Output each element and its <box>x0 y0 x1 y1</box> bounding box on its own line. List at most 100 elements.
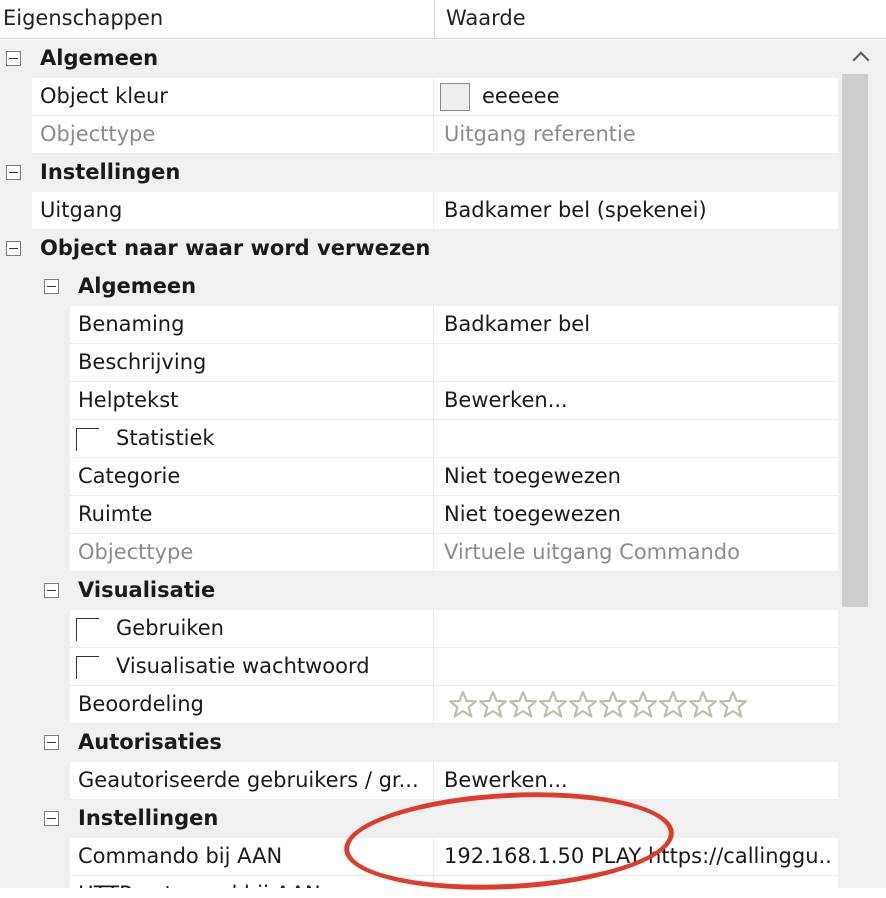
property-row[interactable]: Visualisatie wachtwoord <box>0 648 838 686</box>
category-row[interactable]: Instellingen <box>0 800 838 838</box>
checkbox[interactable] <box>76 656 99 679</box>
property-value-cell[interactable]: 192.168.1.50 PLAY https://callinggu... <box>433 838 838 876</box>
collapse-icon[interactable] <box>6 51 21 66</box>
star-icon[interactable] <box>478 690 508 720</box>
property-row[interactable]: Categorie Niet toegewezen <box>0 458 838 496</box>
row-indent-gutter <box>32 420 70 458</box>
row-indent-gutter <box>32 496 70 534</box>
row-gutter <box>0 78 32 116</box>
row-indent-gutter <box>32 344 70 382</box>
property-row[interactable]: Statistiek <box>0 420 838 458</box>
property-row[interactable]: Ruimte Niet toegewezen <box>0 496 838 534</box>
row-gutter <box>0 724 32 762</box>
property-value-cell[interactable]: Niet toegewezen <box>433 496 838 534</box>
property-value-cell[interactable] <box>433 344 838 382</box>
property-name: Statistiek <box>116 426 215 450</box>
collapse-icon[interactable] <box>6 165 21 180</box>
collapse-icon[interactable] <box>44 279 59 294</box>
property-value-cell[interactable] <box>433 610 838 648</box>
scrollbar-thumb[interactable] <box>842 74 868 607</box>
column-header-properties[interactable]: Eigenschappen <box>3 0 163 38</box>
collapse-icon[interactable] <box>6 241 21 256</box>
property-value: Bewerken... <box>444 388 568 412</box>
star-icon[interactable] <box>538 690 568 720</box>
property-name: Geautoriseerde gebruikers / gr... <box>78 768 419 792</box>
star-icon[interactable] <box>628 690 658 720</box>
star-icon[interactable] <box>688 690 718 720</box>
vertical-scrollbar[interactable] <box>838 40 886 888</box>
color-swatch[interactable] <box>440 83 470 111</box>
category-row[interactable]: Algemeen <box>0 40 838 78</box>
star-icon[interactable] <box>658 690 688 720</box>
row-gutter <box>0 838 32 876</box>
row-indent-gutter <box>32 762 70 800</box>
scroll-up-icon[interactable] <box>838 40 886 74</box>
property-value-cell[interactable]: Virtuele uitgang Commando <box>433 534 838 572</box>
category-row[interactable]: Instellingen <box>0 154 838 192</box>
checkbox[interactable] <box>76 428 99 451</box>
property-value-cell <box>433 40 838 78</box>
property-value-cell <box>433 154 838 192</box>
category-label: Algemeen <box>40 46 159 70</box>
property-value: 192.168.1.50 PLAY https://callinggu... <box>444 844 834 868</box>
category-row[interactable]: Algemeen <box>0 268 838 306</box>
property-value <box>444 610 834 647</box>
row-gutter <box>0 876 32 888</box>
property-row[interactable]: Objecttype Virtuele uitgang Commando <box>0 534 838 572</box>
row-gutter <box>0 534 32 572</box>
property-value: Uitgang referentie <box>444 122 636 146</box>
checkbox[interactable] <box>76 618 99 641</box>
property-value-cell[interactable]: eeeeee <box>433 78 838 116</box>
row-indent-gutter <box>32 534 70 572</box>
column-header-value[interactable]: Waarde <box>446 0 526 38</box>
property-name: HTTP antwoord bij AAN <box>78 876 429 888</box>
collapse-icon[interactable] <box>44 583 59 598</box>
property-value-cell[interactable]: Niet toegewezen <box>433 458 838 496</box>
property-value-cell[interactable] <box>433 648 838 686</box>
category-row[interactable]: Autorisaties <box>0 724 838 762</box>
star-icon[interactable] <box>508 690 538 720</box>
category-label: Object naar waar word verwezen <box>40 236 429 260</box>
property-value-cell[interactable]: Uitgang referentie <box>433 116 838 154</box>
row-gutter <box>0 116 32 154</box>
property-row[interactable]: Geautoriseerde gebruikers / gr... Bewerke… <box>0 762 838 800</box>
property-value <box>444 344 834 381</box>
property-name: Benaming <box>78 312 185 336</box>
property-value: Badkamer bel <box>444 312 591 336</box>
star-icon[interactable] <box>598 690 628 720</box>
property-row[interactable]: Commando bij AAN 192.168.1.50 PLAY https:… <box>0 838 838 876</box>
category-row[interactable]: Object naar waar word verwezen <box>0 230 838 268</box>
property-row[interactable]: HTTP antwoord bij AAN <box>0 876 838 888</box>
rating-stars[interactable] <box>448 690 748 720</box>
property-row[interactable]: Object kleur eeeeee <box>0 78 838 116</box>
property-row[interactable]: Beoordeling <box>0 686 838 724</box>
category-label: Algemeen <box>78 274 197 298</box>
property-value-cell <box>433 800 838 838</box>
category-row[interactable]: Visualisatie <box>0 572 838 610</box>
row-gutter <box>0 800 32 838</box>
property-row[interactable]: Uitgang Badkamer bel (spekenei) <box>0 192 838 230</box>
property-row[interactable]: Beschrijving <box>0 344 838 382</box>
row-gutter <box>0 610 32 648</box>
property-value-cell[interactable]: Bewerken... <box>433 382 838 420</box>
property-row[interactable]: Objecttype Uitgang referentie <box>0 116 838 154</box>
property-row[interactable]: Benaming Badkamer bel <box>0 306 838 344</box>
property-row[interactable]: Helptekst Bewerken... <box>0 382 838 420</box>
row-gutter <box>0 686 32 724</box>
property-value-cell[interactable]: Badkamer bel <box>433 306 838 344</box>
property-value: Niet toegewezen <box>444 502 621 526</box>
property-value-cell[interactable]: Badkamer bel (spekenei) <box>433 192 838 230</box>
star-icon[interactable] <box>448 690 478 720</box>
collapse-icon[interactable] <box>44 811 59 826</box>
property-value-cell[interactable]: Bewerken... <box>433 762 838 800</box>
property-value-cell[interactable] <box>433 686 838 724</box>
row-gutter <box>0 420 32 458</box>
property-value-cell[interactable] <box>433 876 838 888</box>
column-splitter[interactable] <box>434 0 435 38</box>
property-value-cell[interactable] <box>433 420 838 458</box>
star-icon[interactable] <box>568 690 598 720</box>
property-value <box>444 420 834 457</box>
collapse-icon[interactable] <box>44 735 59 750</box>
property-row[interactable]: Gebruiken <box>0 610 838 648</box>
star-icon[interactable] <box>718 690 748 720</box>
